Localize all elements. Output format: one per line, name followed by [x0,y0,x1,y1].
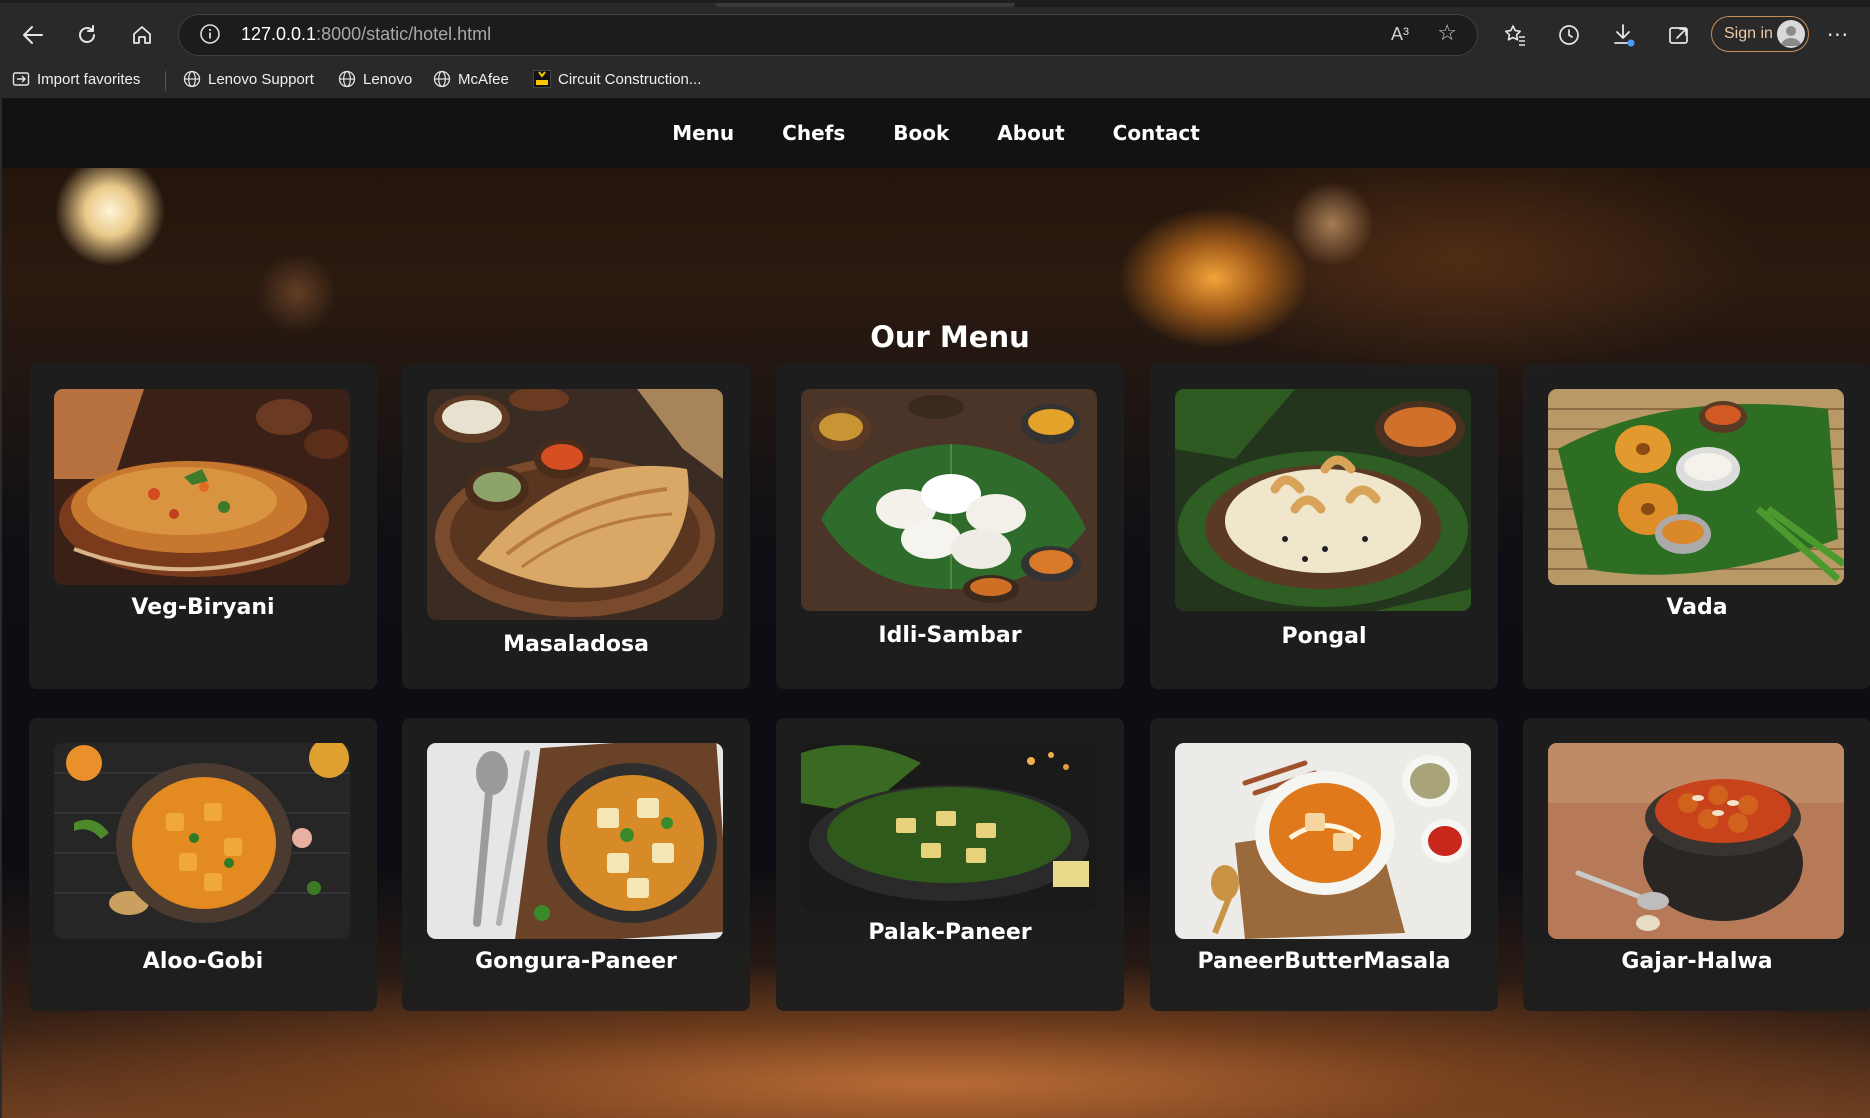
url-path: :8000/static/hotel.html [316,24,492,44]
bookmark-lenovo[interactable]: Lenovo [338,70,412,88]
menu-card-aloo-gobi: Aloo-Gobi [29,718,377,1011]
gongura-paneer-image [427,743,723,939]
menu-heading: Our Menu [870,320,1030,354]
nav-link-about[interactable]: About [997,121,1064,145]
menu-card-gajar-halwa: Gajar-Halwa [1523,718,1870,1011]
bookmark-label: McAfee [458,70,509,88]
bookmark-circuit-construction[interactable]: Circuit Construction... [533,70,701,88]
nav-link-menu[interactable]: Menu [672,121,734,145]
dish-name: Gajar-Halwa [1621,949,1773,974]
phet-icon [533,70,551,88]
vada-image [1548,389,1844,585]
gajar-halwa-image [1548,743,1844,939]
dish-name: Palak-Paneer [868,920,1032,945]
menu-card-vada: Vada [1523,364,1870,689]
downloads-icon[interactable] [1604,15,1644,55]
history-icon[interactable] [1549,15,1589,55]
url-text: 127.0.0.1:8000/static/hotel.html [241,24,491,45]
back-arrow-icon[interactable] [13,15,53,55]
bookmark-label: Lenovo Support [208,70,314,88]
sign-in-label: Sign in [1724,25,1773,42]
pongal-image [1175,389,1471,611]
idli-sambar-image [801,389,1097,611]
bookmark-separator [165,71,166,91]
more-options-icon[interactable]: ··· [1818,15,1858,55]
bookmark-mcafee[interactable]: McAfee [433,70,509,88]
globe-icon [183,70,201,88]
bookmark-label: Lenovo [363,70,413,88]
bookmark-label: Import favorites [37,70,141,88]
bookmark-import-favorites[interactable]: Import favorites [12,70,140,88]
globe-icon [433,70,451,88]
address-bar[interactable]: 127.0.0.1:8000/static/hotel.html A³ ☆ [178,14,1478,56]
browser-toolbar: 127.0.0.1:8000/static/hotel.html A³ ☆ Si… [0,0,1870,62]
add-favorite-star-icon[interactable]: ☆ [1437,21,1457,46]
home-icon[interactable] [122,15,162,55]
dish-name: Gongura-Paneer [475,949,677,974]
dish-name: Pongal [1281,624,1367,649]
page-viewport: Menu Chefs Book About Contact Our Menu V… [2,98,1870,1118]
menu-card-palak-paneer: Palak-Paneer [776,718,1124,1011]
import-icon [12,70,30,88]
tab-strip [715,3,1015,7]
veg-biryani-image [54,389,350,585]
masaladosa-image [427,389,723,620]
favorites-icon[interactable] [1495,15,1535,55]
share-icon[interactable] [1659,15,1699,55]
sign-in-button[interactable]: Sign in [1711,16,1809,52]
paneer-butter-masala-image [1175,743,1471,939]
dish-name: Idli-Sambar [878,623,1022,648]
bookmark-label: Circuit Construction... [558,70,702,88]
dish-name: Aloo-Gobi [142,949,264,974]
dish-name: Masaladosa [503,632,649,657]
aloo-gobi-image [54,743,350,939]
read-aloud-icon[interactable]: A³ [1391,24,1409,45]
dish-name: Vada [1666,595,1728,620]
menu-card-pongal: Pongal [1150,364,1498,689]
site-info-icon[interactable] [199,23,221,45]
menu-card-masaladosa: Masaladosa [402,364,750,689]
profile-avatar-icon [1777,20,1805,48]
url-host: 127.0.0.1 [241,24,317,44]
refresh-icon[interactable] [67,15,107,55]
dish-name: Veg-Biryani [131,595,275,620]
menu-card-idli-sambar: Idli-Sambar [776,364,1124,689]
site-navbar: Menu Chefs Book About Contact [2,98,1870,168]
menu-card-gongura-paneer: Gongura-Paneer [402,718,750,1011]
tab-strip-right [1015,3,1870,7]
palak-paneer-image [801,743,1097,911]
nav-link-contact[interactable]: Contact [1113,121,1200,145]
dish-name: PaneerButterMasala [1197,949,1451,974]
menu-card-paneer-butter-masala: PaneerButterMasala [1150,718,1498,1011]
menu-card-veg-biryani: Veg-Biryani [29,364,377,689]
nav-link-chefs[interactable]: Chefs [782,121,845,145]
nav-link-book[interactable]: Book [893,121,949,145]
globe-icon [338,70,356,88]
bookmarks-bar: Import favorites Lenovo Support Lenovo M… [0,62,1870,98]
bookmark-lenovo-support[interactable]: Lenovo Support [183,70,314,88]
